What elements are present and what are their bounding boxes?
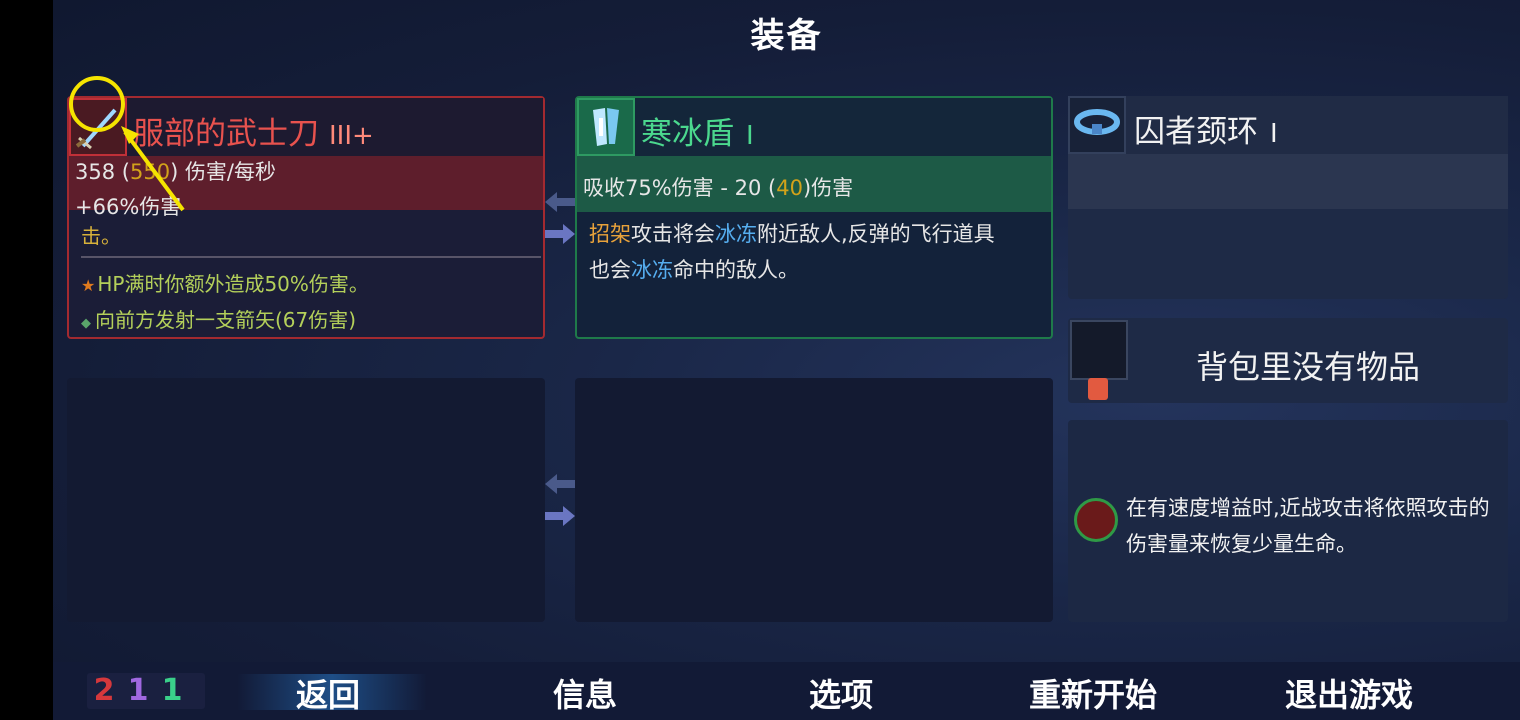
shield-stat-boost: 40 <box>776 176 803 200</box>
character-head-icon <box>1088 378 1108 400</box>
weapon-card[interactable]: 服部的武士刀 III+ 358 (550) 伤害/每秒 +66%伤害 击。 ★ HP… <box>67 96 545 339</box>
weapon-affix-1-text: HP满时你额外造成50%伤害。 <box>97 272 369 296</box>
ice-shield-icon[interactable] <box>577 98 635 156</box>
weapon-name-text: 服部的武士刀 <box>133 116 319 152</box>
keyword-freeze: 冰冻 <box>631 258 673 282</box>
shield-stat: 吸收75%伤害 - 20 (40)伤害 <box>583 172 853 202</box>
shield-desc-text: 附近敌人,反弹的飞行道具 <box>757 222 995 246</box>
weapon-description-fragment: 击。 <box>81 224 121 248</box>
shield-name-text: 寒冰盾 <box>641 116 734 152</box>
weapon-bonus: +66%伤害 <box>75 195 182 219</box>
shield-stat-text: 吸收75%伤害 - 20 ( <box>583 176 777 200</box>
amulet-tier: I <box>1270 119 1278 149</box>
weapon-divider <box>81 256 541 258</box>
scroll-counters: 211 <box>87 673 205 709</box>
options-button[interactable]: 选项 <box>809 670 873 716</box>
weapon-name: 服部的武士刀 III+ <box>133 108 374 153</box>
restart-button[interactable]: 重新开始 <box>1029 670 1157 716</box>
swap-left-arrow-icon[interactable] <box>545 192 575 212</box>
weapon-affix-1: ★ HP满时你额外造成50%伤害。 <box>81 268 369 297</box>
bottom-menu-bar: 211 返回 信息 选项 重新开始 退出游戏 <box>53 662 1520 720</box>
page-title: 装备 <box>750 16 823 56</box>
weapon-dps-boost: 550 <box>129 160 171 184</box>
weapon-dps: 358 (550) 伤害/每秒 <box>75 156 276 186</box>
collar-icon[interactable] <box>1068 96 1126 154</box>
amulet-name: 囚者颈环 I <box>1134 106 1278 151</box>
backpack-panel[interactable]: 背包里没有物品 <box>1068 318 1508 403</box>
weapon-dps-unit: ) 伤害/每秒 <box>170 160 277 184</box>
weapon-affix-2-text: 向前方发射一支箭矢(67伤害) <box>95 308 357 332</box>
swap-right-arrow-icon[interactable] <box>545 506 575 526</box>
shield-desc-text: 命中的敌人。 <box>673 258 799 282</box>
shield-stat-unit: )伤害 <box>802 176 854 200</box>
survival-counter: 1 <box>161 673 183 708</box>
back-button[interactable]: 返回 <box>296 670 360 716</box>
empty-skill-slot-right[interactable] <box>575 378 1053 622</box>
mutation-panel[interactable]: 在有速度增益时,近战攻击将依照攻击的伤害量来恢复少量生命。 <box>1068 420 1508 622</box>
shield-desc-text: 攻击将会 <box>631 222 715 246</box>
shield-card[interactable]: 寒冰盾 I 吸收75%伤害 - 20 (40)伤害 招架攻击将会冰冻附近敌人,反弹… <box>575 96 1053 339</box>
shield-description: 招架攻击将会冰冻附近敌人,反弹的飞行道具 也会冰冻命中的敌人。 <box>589 216 1049 288</box>
keyword-parry: 招架 <box>589 222 631 246</box>
shield-name: 寒冰盾 I <box>641 108 754 153</box>
weapon-dps-open: ( <box>115 160 130 184</box>
keyword-freeze: 冰冻 <box>715 222 757 246</box>
empty-skill-slot-left[interactable] <box>67 378 545 622</box>
weapon-dps-value: 358 <box>75 160 116 184</box>
left-black-bar <box>0 0 53 720</box>
amulet-name-text: 囚者颈环 <box>1134 114 1258 150</box>
katana-icon[interactable] <box>69 98 127 156</box>
inventory-screen: 装备 服部的武士刀 III+ 358 (550) 伤害/每秒 +66%伤害 击。 … <box>53 0 1520 720</box>
swap-left-arrow-icon[interactable] <box>545 474 575 494</box>
mutation-skull-icon[interactable] <box>1074 498 1118 542</box>
amulet-card[interactable]: 囚者颈环 I <box>1068 96 1508 299</box>
backpack-empty-text: 背包里没有物品 <box>1196 348 1421 386</box>
star-icon: ★ <box>81 276 96 295</box>
weapon-affix-2: ◆ 向前方发射一支箭矢(67伤害) <box>81 304 356 333</box>
shield-tier: I <box>746 121 754 151</box>
tactics-counter: 1 <box>127 673 149 708</box>
brutality-counter: 2 <box>93 673 115 708</box>
amulet-band <box>1068 154 1508 209</box>
shield-desc-text: 也会 <box>589 258 631 282</box>
mutation-description: 在有速度增益时,近战攻击将依照攻击的伤害量来恢复少量生命。 <box>1126 496 1490 556</box>
backpack-slot[interactable] <box>1070 320 1128 380</box>
quit-game-button[interactable]: 退出游戏 <box>1285 670 1413 716</box>
weapon-tier: III+ <box>329 121 374 151</box>
swap-right-arrow-icon[interactable] <box>545 224 575 244</box>
diamond-icon: ◆ <box>81 316 91 331</box>
info-button[interactable]: 信息 <box>553 670 617 716</box>
